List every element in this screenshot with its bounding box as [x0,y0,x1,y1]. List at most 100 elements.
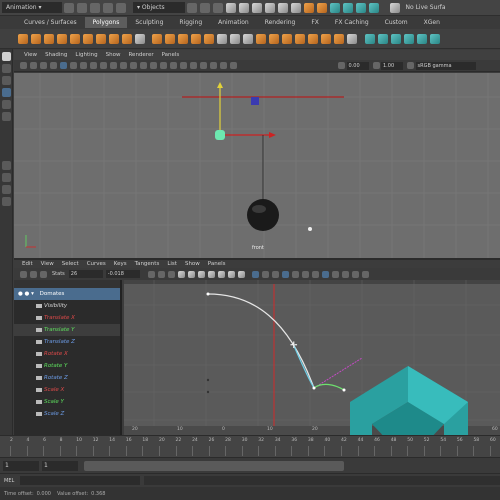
single-view-icon[interactable] [2,161,11,170]
trax-editor-icon[interactable] [352,270,360,278]
separate-icon[interactable] [165,33,175,44]
viewport-menu-shading[interactable]: Shading [41,52,71,58]
graph-menu-show[interactable]: Show [181,261,204,267]
buffer-curve-icon[interactable] [252,270,260,278]
graph-menu-list[interactable]: List [163,261,181,267]
poly-cube-icon[interactable] [30,33,41,44]
channel-rotate-x[interactable]: Rotate X [14,348,120,360]
shadows-icon[interactable] [159,62,167,69]
flat-tangent-icon[interactable] [217,270,225,278]
spline-tangent-icon[interactable] [187,270,195,278]
quad-draw-icon[interactable] [347,33,357,44]
tangent-point-b[interactable] [206,390,210,394]
animation-curve[interactable] [207,293,315,389]
shelf-tab-fx-caching[interactable]: FX Caching [327,17,377,28]
append-polygon-icon[interactable] [321,33,331,44]
time-editor-icon[interactable] [362,270,370,278]
select-object-icon[interactable] [199,2,210,13]
shelf-tab-curves-surfaces[interactable]: Curves / Surfaces [16,17,85,28]
exposure-field[interactable]: 0.00 [346,61,369,70]
snap-view-icon[interactable] [277,2,288,13]
anti-alias-icon[interactable] [189,62,197,69]
clamped-tangent-icon[interactable] [197,270,205,278]
shelf-tab-xgen[interactable]: XGen [416,17,448,28]
mel-label[interactable]: MEL [0,478,18,484]
gate-mask-icon[interactable] [89,62,97,69]
viewport-menu-view[interactable]: View [20,52,41,58]
denormalize-icon[interactable] [332,270,340,278]
center-current-icon[interactable] [167,270,175,278]
render-setup-icon[interactable] [355,2,366,13]
combine-icon[interactable] [152,33,162,44]
xray-joints-icon[interactable] [219,62,227,69]
paint-select-icon[interactable] [2,76,11,85]
scale-tool-icon[interactable] [2,112,11,121]
outliner-layout-icon[interactable] [2,197,11,206]
pre-infinity-icon[interactable] [302,270,310,278]
textured-icon[interactable] [139,62,147,69]
snap-grid-icon[interactable] [238,2,249,13]
undo-icon[interactable] [102,2,113,13]
channel-rotate-z[interactable]: Rotate Z [14,372,120,384]
target-weld-icon[interactable] [282,33,292,44]
cut-uv-icon[interactable] [429,33,440,44]
channel-rotate-y[interactable]: Rotate Y [14,360,120,372]
channel-visibility[interactable]: Visibility [14,300,120,312]
channel-scale-y[interactable]: Scale Y [14,396,120,408]
frame-all-icon[interactable] [147,270,155,278]
isolate-select-icon[interactable] [199,62,207,69]
post-infinity-icon[interactable] [312,270,320,278]
select-tool-icon[interactable] [2,52,11,61]
color-space-dropdown[interactable]: sRGB gamma [415,61,476,70]
safe-action-icon[interactable] [109,62,117,69]
resolution-gate-icon[interactable] [79,62,87,69]
shelf-tab-fx[interactable]: FX [303,17,327,28]
objects-dropdown[interactable]: ▾ Objects [133,2,185,13]
super-shape-icon[interactable] [121,33,132,44]
persp-graph-icon[interactable] [2,185,11,194]
xray-icon[interactable] [209,62,217,69]
curve-tail[interactable] [313,383,345,391]
render-settings-icon[interactable] [329,2,340,13]
snap-point-icon[interactable] [264,2,275,13]
automatic-uv-icon[interactable] [377,33,388,44]
viewport-menu-renderer[interactable]: Renderer [124,52,157,58]
break-tangent-icon[interactable] [262,270,270,278]
shelf-tab-sculpting[interactable]: Sculpting [127,17,171,28]
selected-curve-segment[interactable] [293,345,315,389]
lattice-deform-icon[interactable] [39,270,47,278]
step-tangent-icon[interactable] [227,270,235,278]
graph-menu-edit[interactable]: Edit [18,261,37,267]
graph-menu-keys[interactable]: Keys [110,261,131,267]
viewport-menu-lighting[interactable]: Lighting [71,52,101,58]
current-frame-field[interactable]: 1 [42,460,78,471]
command-input[interactable] [20,476,141,485]
keyframe-2[interactable] [312,386,316,390]
free-tangent-icon[interactable] [282,270,290,278]
lock-tangent-icon[interactable] [292,270,300,278]
move-manip-plane[interactable] [251,97,259,105]
shelf-tab-polygons[interactable]: Polygons [84,17,128,28]
move-tool-icon[interactable] [2,88,11,97]
camera-lock-icon[interactable] [29,62,37,69]
keyframe-1[interactable] [206,292,210,296]
bookmark-icon[interactable] [39,62,47,69]
time-slider[interactable]: 2 4 6 8 10 12 14 16 18 20 22 24 26 28 30 32 34 36 38 40 42 44… [0,435,500,457]
poly-plane-icon[interactable] [82,33,93,44]
visibility-toggle-icon[interactable]: ● ● ▾ [18,291,34,297]
poly-sphere-icon[interactable] [17,33,28,44]
grid-icon[interactable] [59,62,67,69]
graph-menu-curves[interactable]: Curves [83,261,110,267]
bevel-icon[interactable] [243,33,253,44]
mirror-icon[interactable] [204,33,214,44]
frame-playback-icon[interactable] [157,270,165,278]
planar-uv-icon[interactable] [364,33,375,44]
layout-uv-icon[interactable] [416,33,427,44]
select-component-icon[interactable] [212,2,223,13]
shelf-tab-rendering[interactable]: Rendering [257,17,304,28]
color-management-icon[interactable] [407,62,414,69]
poly-type-icon[interactable] [134,33,145,44]
new-scene-icon[interactable] [63,2,74,13]
unify-tangent-icon[interactable] [272,270,280,278]
stats-value-field[interactable]: -0.018 [105,270,140,278]
